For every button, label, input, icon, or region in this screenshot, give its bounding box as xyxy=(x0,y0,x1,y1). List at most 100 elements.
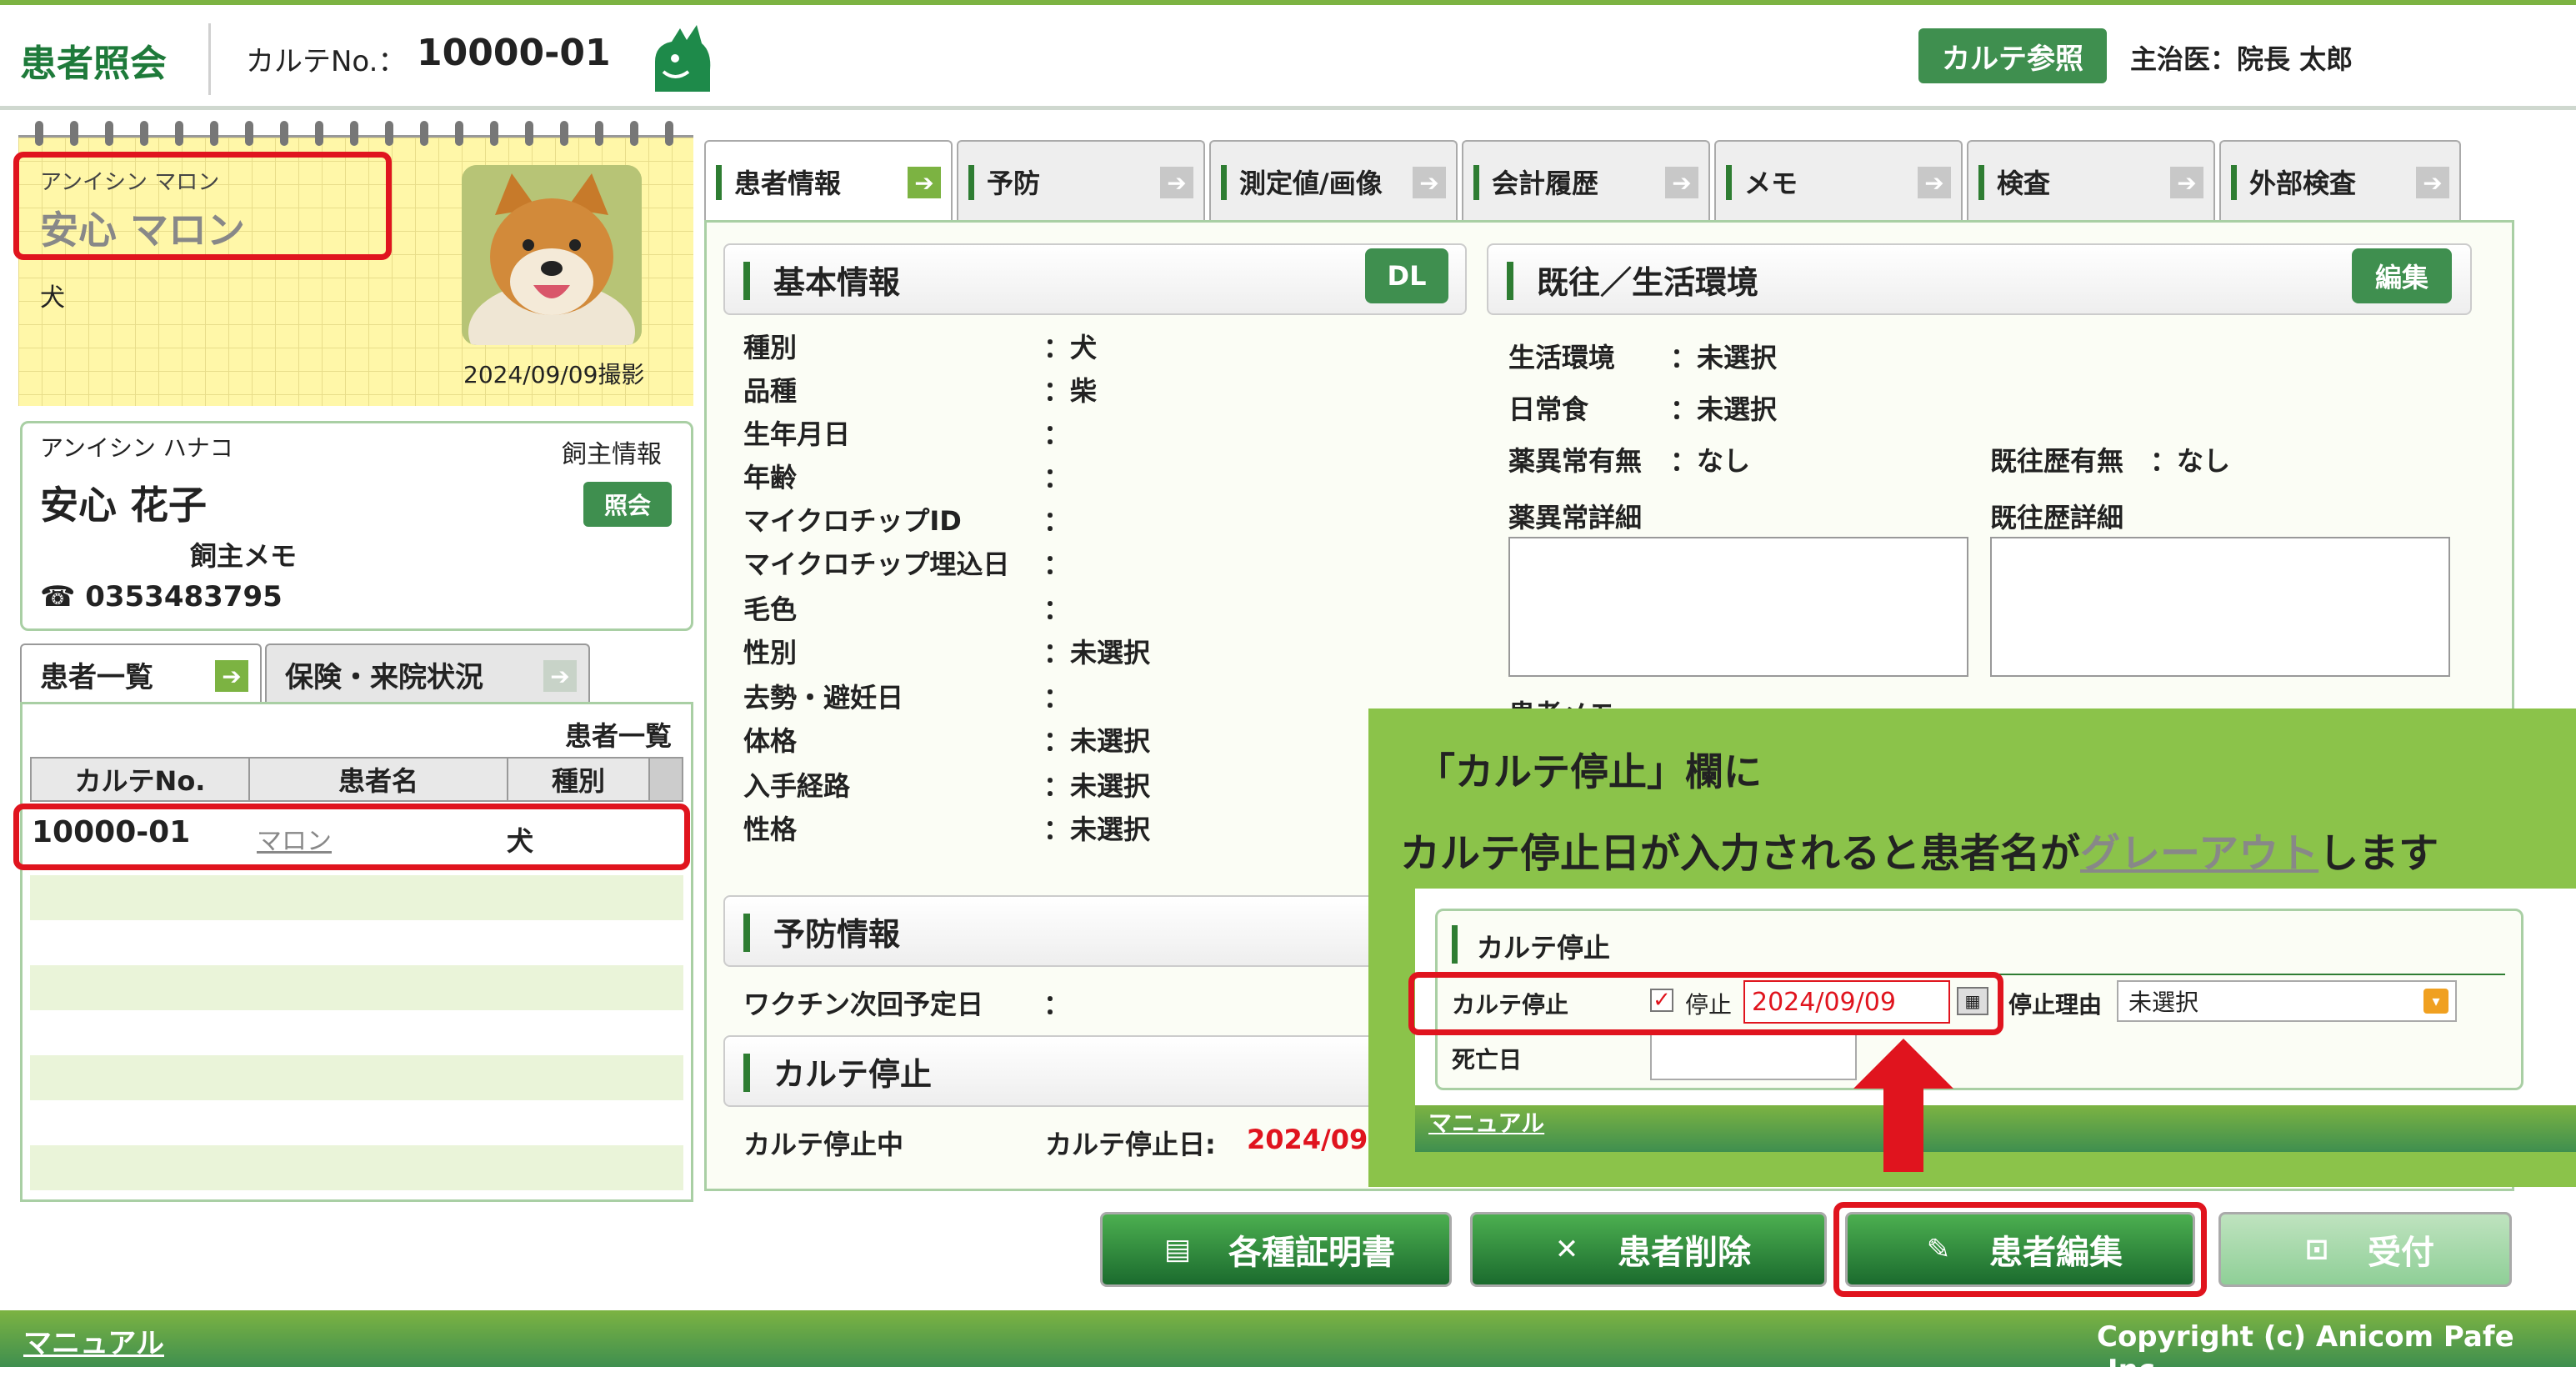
reception-icon: ⊡ xyxy=(2304,1233,2329,1266)
notebook-ring xyxy=(35,121,43,146)
notebook-ring xyxy=(210,121,218,146)
karte-stop-edit-title: カルテ停止 xyxy=(1477,932,1611,964)
tab-label: 保険・来院状況 xyxy=(285,660,483,694)
field-value: ：柴 xyxy=(1043,375,1098,407)
env-label: 生活環境 xyxy=(1508,342,1616,373)
tab-examination[interactable]: 検査 ➔ xyxy=(1967,140,2215,222)
tab-measurements-images[interactable]: 測定値/画像 ➔ xyxy=(1209,140,1458,222)
karte-stop-date-value: 2024/09 xyxy=(1247,1124,1368,1155)
field-value: ： xyxy=(1043,462,1071,493)
field-label: 体格 xyxy=(743,725,798,757)
field-label: 性別 xyxy=(743,637,798,668)
field-value: ： xyxy=(1043,505,1071,537)
page-title: 患者照会 xyxy=(20,43,167,85)
section-bar xyxy=(1452,925,1458,964)
inset-manual-link[interactable]: マニュアル xyxy=(1415,1105,2576,1152)
field-label: 種別 xyxy=(743,332,798,363)
column-header[interactable]: 患者名 xyxy=(250,759,508,800)
tab-billing-history[interactable]: 会計履歴 ➔ xyxy=(1462,140,1710,222)
delete-patient-button[interactable]: ✕ 患者削除 xyxy=(1470,1212,1827,1287)
past-history-value: ：なし xyxy=(2150,445,2231,477)
diet-label: 日常食 xyxy=(1508,393,1589,425)
owner-ref-button[interactable]: 照会 xyxy=(583,482,672,527)
notebook-ring xyxy=(315,121,323,146)
notebook-ring xyxy=(455,121,463,146)
basic-info-header: 基本情報 xyxy=(723,243,1467,315)
past-detail-label: 既往歴詳細 xyxy=(1990,502,2124,533)
arrow-right-icon: ➔ xyxy=(1665,167,1698,198)
field-label: マイクロチップ埋込日 xyxy=(743,548,1010,580)
owner-name: 安心 花子 xyxy=(40,483,208,528)
table-row-empty xyxy=(30,1055,683,1100)
arrow-right-icon: ➔ xyxy=(215,660,248,692)
patient-list-header: カルテNo. 患者名 種別 xyxy=(30,757,683,802)
drug-detail-label: 薬異常詳細 xyxy=(1508,502,1643,533)
tab-patient-info[interactable]: 患者情報 ➔ xyxy=(704,140,953,222)
tab-prevention[interactable]: 予防 ➔ xyxy=(957,140,1205,222)
notebook-ring xyxy=(175,121,183,146)
edit-button-highlight xyxy=(1833,1202,2207,1297)
phone-icon: ☎ xyxy=(40,580,86,613)
notebook-ring xyxy=(630,121,638,146)
tab-label: メモ xyxy=(1744,168,1798,199)
certificates-button[interactable]: ▤ 各種証明書 xyxy=(1100,1212,1452,1287)
karte-stop-header: カルテ停止 xyxy=(723,1035,1467,1107)
attending-doctor: 主治医：院長 太郎 xyxy=(2130,43,2353,75)
tab-insurance-visits[interactable]: 保険・来院状況 ➔ xyxy=(265,643,590,704)
edit-history-button[interactable]: 編集 xyxy=(2352,248,2452,303)
arrow-right-icon: ➔ xyxy=(543,660,577,692)
death-date-input[interactable] xyxy=(1650,1034,1857,1080)
footer-manual-link[interactable]: マニュアル xyxy=(23,1320,164,1361)
download-button[interactable]: DL xyxy=(1365,248,1448,303)
button-label: 受付 xyxy=(2368,1234,2434,1272)
field-label: 品種 xyxy=(743,375,798,407)
field-value: ：未選択 xyxy=(1043,725,1151,757)
table-row-empty xyxy=(30,965,683,1010)
tab-label: 患者一覧 xyxy=(40,660,153,694)
tab-label: 外部検査 xyxy=(2249,168,2357,199)
past-history-label: 既往歴有無 xyxy=(1990,445,2124,477)
field-value: ：未選択 xyxy=(1043,770,1151,802)
field-value: ：未選択 xyxy=(1043,637,1151,668)
field-label: マイクロチップID xyxy=(743,505,962,537)
notebook-ring xyxy=(140,121,148,146)
tab-external-examination[interactable]: 外部検査 ➔ xyxy=(2219,140,2461,222)
photo-date: 2024/09/09撮影 xyxy=(463,361,645,388)
chevron-down-icon: ▾ xyxy=(2423,989,2448,1014)
tab-memo[interactable]: メモ ➔ xyxy=(1714,140,1963,222)
stop-reason-select[interactable]: 未選択 ▾ xyxy=(2117,980,2457,1022)
past-detail-textarea[interactable] xyxy=(1990,537,2450,677)
drug-detail-textarea[interactable] xyxy=(1508,537,1968,677)
row-karte-no: 10000-01 xyxy=(32,815,191,849)
up-arrow-icon xyxy=(1853,1039,1953,1172)
scrollbar[interactable] xyxy=(650,759,682,800)
callout-line-2: カルテ停止日が入力されると患者名がグレーアウトします xyxy=(1400,820,2438,879)
button-label: 各種証明書 xyxy=(1228,1234,1395,1272)
button-label: 患者削除 xyxy=(1618,1234,1751,1272)
notebook-ring xyxy=(280,121,288,146)
reception-button[interactable]: ⊡ 受付 xyxy=(2218,1212,2512,1287)
paw-delete-icon: ✕ xyxy=(1554,1233,1579,1266)
table-row-empty xyxy=(30,1145,683,1190)
section-title: 予防情報 xyxy=(773,915,901,953)
patient-species: 犬 xyxy=(40,283,65,313)
column-header[interactable]: カルテNo. xyxy=(32,759,250,800)
tab-patient-list[interactable]: 患者一覧 ➔ xyxy=(20,643,262,704)
arrow-right-icon: ➔ xyxy=(2416,167,2449,198)
karte-ref-button[interactable]: カルテ参照 xyxy=(1918,28,2107,83)
owner-kana: アンイシン ハナコ xyxy=(40,434,233,462)
notebook-ring xyxy=(490,121,498,146)
row-patient-name-link[interactable]: マロン xyxy=(257,820,332,857)
notebook-ring xyxy=(70,121,78,146)
notebook-ring xyxy=(595,121,603,146)
section-title: 既往／生活環境 xyxy=(1537,263,1759,301)
column-header[interactable]: 種別 xyxy=(508,759,650,800)
diet-value: ：未選択 xyxy=(1670,393,1778,425)
section-title: 基本情報 xyxy=(773,263,901,301)
field-value: ：犬 xyxy=(1043,332,1098,363)
owner-info-label: 飼主情報 xyxy=(562,440,662,469)
notebook-ring xyxy=(420,121,428,146)
callout-text: カルテ停止日が入力されると患者名が xyxy=(1400,830,2081,877)
patient-list-title: 患者一覧 xyxy=(565,720,673,752)
certificate-icon: ▤ xyxy=(1163,1233,1192,1266)
